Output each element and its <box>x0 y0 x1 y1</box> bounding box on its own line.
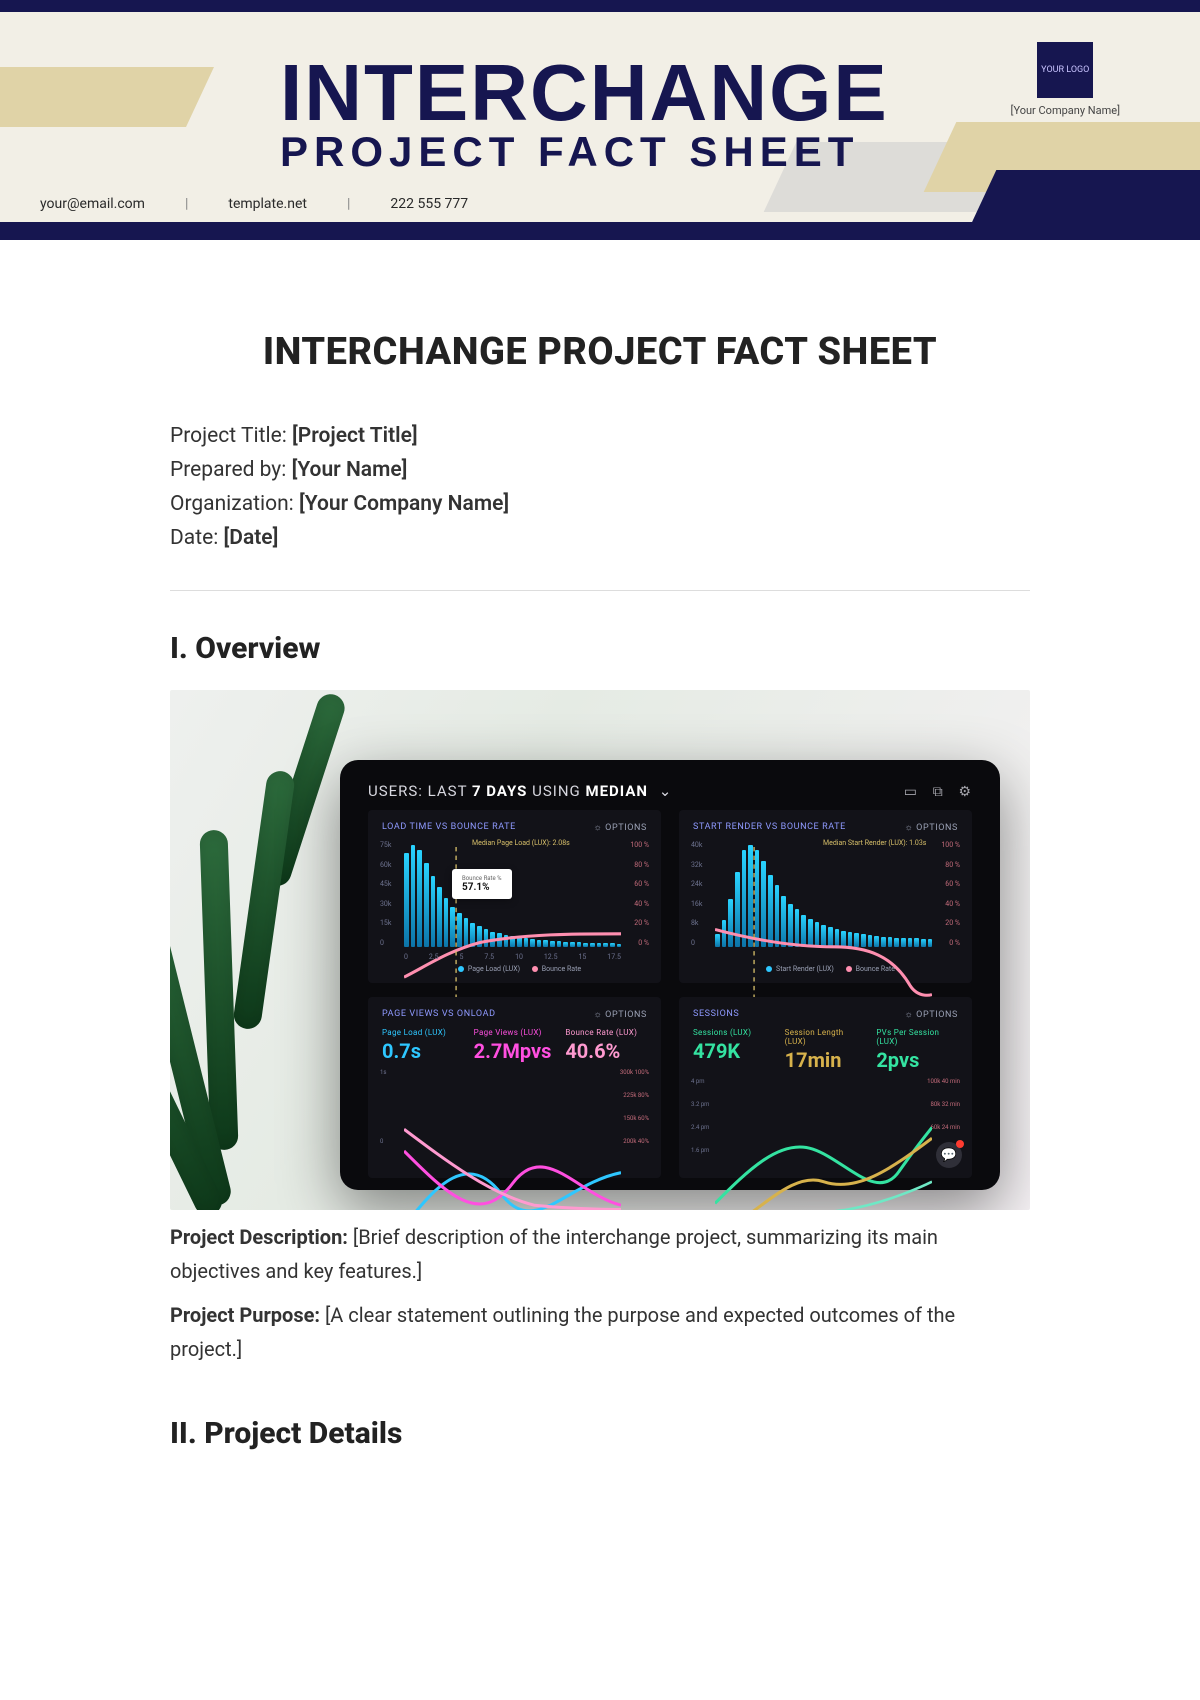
bar-series <box>715 845 932 947</box>
metric-row: Sessions (LUX)479KSession Length (LUX)17… <box>693 1028 958 1072</box>
chart-tooltip: Bounce Rate % 57.1% <box>452 869 512 899</box>
meta-prepared-by: Prepared by: [Your Name] <box>170 458 1030 482</box>
dashboard-header: USERS: LAST 7 DAYS USING MEDIAN ⌄ ▭ ⧉ ⚙ <box>368 782 972 800</box>
banner-title-line2: PROJECT FACT SHEET <box>280 133 889 171</box>
laptop-screen: USERS: LAST 7 DAYS USING MEDIAN ⌄ ▭ ⧉ ⚙ … <box>340 760 1000 1190</box>
panel-title: SESSIONS <box>693 1009 739 1020</box>
decor-shape <box>964 170 1200 240</box>
chevron-down-icon: ⌄ <box>659 782 673 800</box>
panel-title: PAGE VIEWS VS ONLOAD <box>382 1009 496 1020</box>
contact-strip: your@email.com | template.net | 222 555 … <box>40 196 468 212</box>
chart-legend: Page Load (LUX) Bounce Rate <box>382 965 647 973</box>
project-description: Project Description: [Brief description … <box>170 1220 1030 1288</box>
dashboard-title: USERS: LAST 7 DAYS USING MEDIAN <box>368 782 648 800</box>
logo-block: YOUR LOGO [Your Company Name] <box>1011 42 1120 117</box>
y-axis-left: 40k32k24k16k8k0 <box>691 841 702 947</box>
page-title: INTERCHANGE PROJECT FACT SHEET <box>170 330 1030 374</box>
mini-chart: 1s0 300k 100%225k 80%150k 60%200k 40% <box>382 1069 647 1159</box>
separator: | <box>347 196 350 212</box>
dashboard-header-icons: ▭ ⧉ ⚙ <box>894 782 972 800</box>
panel-options: ☼ OPTIONS <box>593 1009 647 1020</box>
mini-chart: 4 pm3.2 pm2.4 pm1.6 pm 100k 40 min80k 32… <box>693 1078 958 1168</box>
divider <box>170 590 1030 591</box>
metric-row: Page Load (LUX)0.7sPage Views (LUX)2.7Mp… <box>382 1028 647 1063</box>
y-axis-right: 100 %80 %60 %40 %20 %0 % <box>630 841 649 947</box>
monitor-icon: ▭ <box>904 784 918 800</box>
overview-image: USERS: LAST 7 DAYS USING MEDIAN ⌄ ▭ ⧉ ⚙ … <box>170 690 1030 1210</box>
panel-title: LOAD TIME VS BOUNCE RATE <box>382 822 516 833</box>
logo-caption: [Your Company Name] <box>1011 104 1120 117</box>
heading-overview: I. Overview <box>170 631 1030 666</box>
separator: | <box>185 196 188 212</box>
banner-title: INTERCHANGE PROJECT FACT SHEET <box>280 57 889 171</box>
contact-email: your@email.com <box>40 196 145 212</box>
bar-series <box>404 845 621 947</box>
meta-organization: Organization: [Your Company Name] <box>170 492 1030 516</box>
settings-icon: ⚙ <box>958 784 972 800</box>
panel-load-time: LOAD TIME VS BOUNCE RATE ☼ OPTIONS Media… <box>368 810 661 983</box>
chart-start-render: Median Start Render (LUX): 1.03s 40k32k2… <box>693 841 958 961</box>
document-body: INTERCHANGE PROJECT FACT SHEET Project T… <box>0 240 1200 1515</box>
panel-title: START RENDER VS BOUNCE RATE <box>693 822 846 833</box>
x-axis: 02.557.51012.51517.5 <box>404 953 621 961</box>
panel-page-views: PAGE VIEWS VS ONLOAD ☼ OPTIONS Page Load… <box>368 997 661 1178</box>
meta-project-title: Project Title: [Project Title] <box>170 424 1030 448</box>
decor-shape <box>0 67 214 127</box>
project-purpose: Project Purpose: [A clear statement outl… <box>170 1298 1030 1366</box>
panel-options: ☼ OPTIONS <box>904 1009 958 1020</box>
panel-options: ☼ OPTIONS <box>593 822 647 833</box>
panel-options: ☼ OPTIONS <box>904 822 958 833</box>
contact-phone: 222 555 777 <box>390 196 468 212</box>
header-banner: INTERCHANGE PROJECT FACT SHEET YOUR LOGO… <box>0 0 1200 240</box>
chart-load-time: Median Page Load (LUX): 2.08s 75k60k45k3… <box>382 841 647 961</box>
logo-placeholder: YOUR LOGO <box>1037 42 1093 98</box>
y-axis-right: 100 %80 %60 %40 %20 %0 % <box>941 841 960 947</box>
panel-sessions: SESSIONS ☼ OPTIONS Sessions (LUX)479KSes… <box>679 997 972 1178</box>
contact-site: template.net <box>228 196 307 212</box>
meta-date: Date: [Date] <box>170 526 1030 550</box>
chart-legend: Start Render (LUX) Bounce Rate <box>693 965 958 973</box>
panel-start-render: START RENDER VS BOUNCE RATE ☼ OPTIONS Me… <box>679 810 972 983</box>
chat-icon: 💬 <box>936 1142 962 1168</box>
banner-title-line1: INTERCHANGE <box>280 57 889 129</box>
y-axis-left: 75k60k45k30k15k0 <box>380 841 391 947</box>
copy-icon: ⧉ <box>933 784 944 800</box>
heading-details: II. Project Details <box>170 1416 1030 1451</box>
